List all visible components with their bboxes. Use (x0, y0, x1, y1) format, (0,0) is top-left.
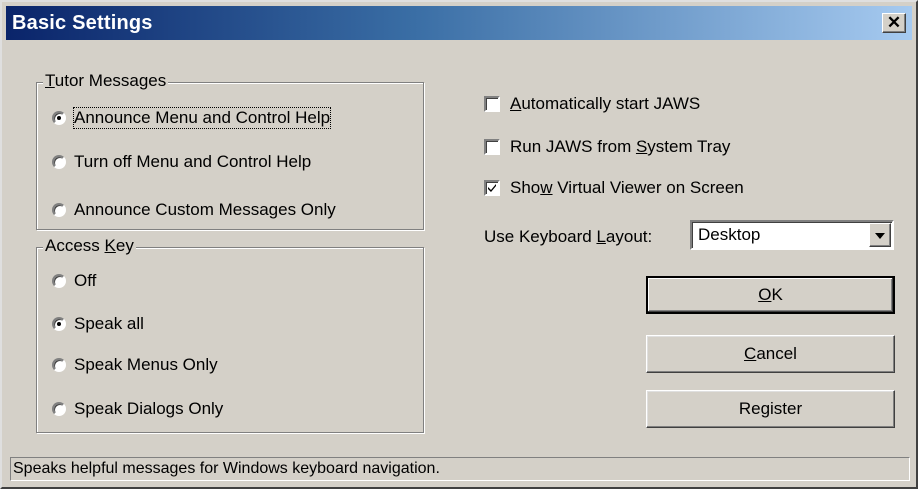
basic-settings-dialog: Basic Settings ✕ Tutor Messages Announce… (0, 0, 918, 489)
register-button[interactable]: Register (646, 390, 895, 428)
checkbox-label: Show Virtual Viewer on Screen (510, 178, 744, 197)
radio-label: Speak Dialogs Only (74, 399, 224, 418)
checkbox-run-jaws-from-system-tray[interactable]: Run JAWS from System Tray (484, 135, 730, 159)
radio-speak-all[interactable]: Speak all (52, 312, 144, 336)
radio-button-selected[interactable] (52, 317, 66, 331)
radio-button-selected[interactable] (52, 111, 66, 125)
keyboard-layout-select[interactable]: Desktop (690, 220, 894, 250)
radio-label: Off (74, 271, 97, 290)
ok-button-label: OK (758, 285, 783, 304)
radio-button[interactable] (52, 203, 66, 217)
radio-speak-dialogs-only[interactable]: Speak Dialogs Only (52, 397, 223, 421)
chevron-down-icon[interactable] (869, 223, 891, 247)
checkbox-automatically-start-jaws[interactable]: Automatically start JAWS (484, 92, 700, 116)
register-button-label: Register (738, 399, 803, 418)
ok-button[interactable]: OK (646, 276, 895, 314)
checkbox-box[interactable] (484, 96, 500, 112)
radio-button[interactable] (52, 274, 66, 288)
checkbox-box[interactable] (484, 139, 500, 155)
close-button[interactable]: ✕ (882, 13, 906, 33)
radio-announce-custom-messages-only[interactable]: Announce Custom Messages Only (52, 198, 336, 222)
title-bar[interactable]: Basic Settings ✕ (6, 6, 912, 40)
dialog-title: Basic Settings (12, 12, 153, 34)
radio-button[interactable] (52, 402, 66, 416)
cancel-button[interactable]: Cancel (646, 335, 895, 373)
checkbox-label: Automatically start JAWS (510, 94, 701, 113)
tutor-messages-legend: Tutor Messages (43, 70, 169, 92)
checkbox-box-checked[interactable] (484, 180, 500, 196)
radio-access-key-off[interactable]: Off (52, 269, 96, 293)
radio-button[interactable] (52, 358, 66, 372)
radio-label: Announce Menu and Control Help (72, 107, 332, 129)
checkbox-label: Run JAWS from System Tray (510, 137, 731, 156)
checkbox-show-virtual-viewer[interactable]: Show Virtual Viewer on Screen (484, 176, 744, 200)
status-bar: Speaks helpful messages for Windows keyb… (10, 457, 910, 481)
radio-label: Turn off Menu and Control Help (74, 152, 312, 171)
close-icon: ✕ (886, 13, 902, 32)
checkmark-icon (488, 184, 496, 192)
radio-label: Speak all (74, 314, 144, 333)
access-key-legend: Access Key (43, 235, 136, 257)
keyboard-layout-label: Use Keyboard Layout: (484, 227, 653, 246)
radio-announce-menu-control-help[interactable]: Announce Menu and Control Help (52, 106, 332, 130)
radio-speak-menus-only[interactable]: Speak Menus Only (52, 353, 218, 377)
radio-label: Announce Custom Messages Only (74, 200, 336, 219)
radio-label: Speak Menus Only (74, 355, 218, 374)
keyboard-layout-value: Desktop (698, 225, 761, 244)
cancel-button-label: Cancel (744, 344, 797, 363)
radio-turn-off-menu-control-help[interactable]: Turn off Menu and Control Help (52, 150, 311, 174)
radio-button[interactable] (52, 155, 66, 169)
